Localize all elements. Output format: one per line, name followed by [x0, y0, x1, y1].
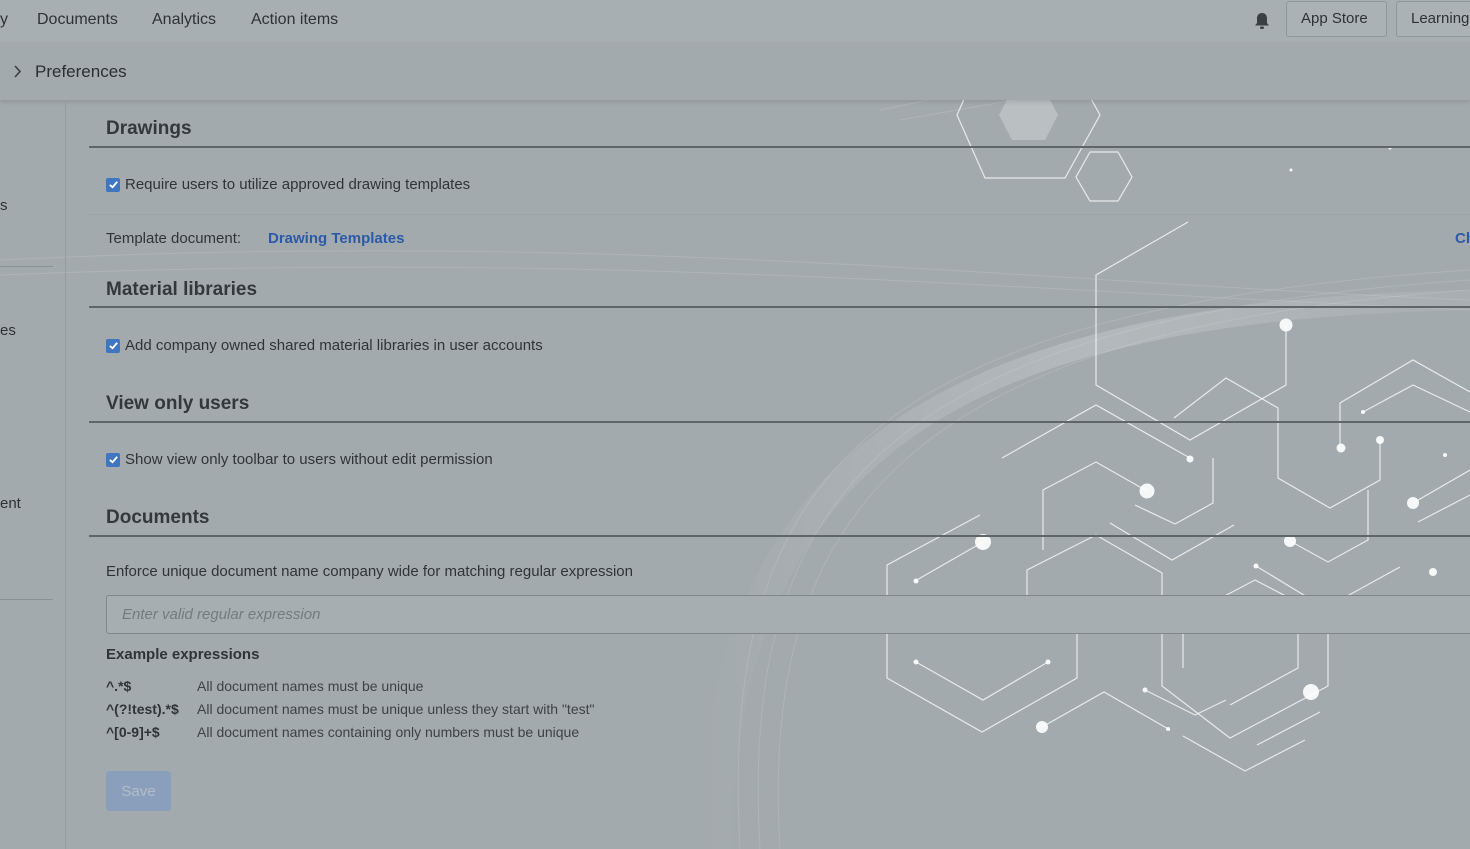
- add-shared-libraries-checkbox[interactable]: [106, 338, 120, 353]
- breadcrumb: Preferences: [0, 42, 1470, 100]
- section-divider: [89, 146, 1470, 148]
- section-title-view-only-users: View only users: [106, 393, 250, 414]
- show-toolbar-label: Show view only toolbar to users without …: [125, 451, 493, 468]
- learning-button[interactable]: Learning: [1396, 1, 1470, 37]
- check-icon: [108, 456, 118, 464]
- sidebar-item-truncated[interactable]: ent: [0, 495, 21, 512]
- require-templates-checkbox[interactable]: [106, 177, 120, 192]
- regex-input[interactable]: [106, 595, 1470, 634]
- example-expressions-title: Example expressions: [106, 646, 260, 663]
- example-code: ^.*$: [106, 678, 132, 694]
- show-toolbar-checkbox[interactable]: [106, 452, 120, 467]
- row-divider: [89, 214, 1470, 215]
- nav-item-documents[interactable]: Documents: [37, 11, 118, 29]
- example-description: All document names must be unique: [197, 678, 424, 694]
- chevron-right-icon: [13, 65, 22, 82]
- add-shared-libraries-label: Add company owned shared material librar…: [125, 337, 543, 354]
- section-title-material-libraries: Material libraries: [106, 279, 258, 300]
- sidebar-divider: [0, 599, 53, 600]
- enforce-unique-label: Enforce unique document name company wid…: [106, 563, 633, 580]
- add-shared-libraries-checkbox-row[interactable]: Add company owned shared material librar…: [106, 337, 543, 354]
- example-description: All document names must be unique unless…: [197, 701, 595, 717]
- check-icon: [108, 181, 118, 189]
- bell-icon[interactable]: [1252, 11, 1272, 31]
- app-store-button[interactable]: App Store: [1286, 1, 1387, 37]
- show-toolbar-checkbox-row[interactable]: Show view only toolbar to users without …: [106, 451, 493, 468]
- require-templates-checkbox-row[interactable]: Require users to utilize approved drawin…: [106, 176, 470, 193]
- nav-item-analytics[interactable]: Analytics: [152, 11, 216, 29]
- nav-item-action-items[interactable]: Action items: [251, 11, 338, 29]
- sidebar-item-truncated[interactable]: s: [0, 197, 8, 214]
- example-code: ^[0-9]+$: [106, 724, 160, 740]
- breadcrumb-current: Preferences: [35, 62, 127, 81]
- section-divider: [89, 421, 1470, 423]
- change-template-link[interactable]: Ch: [1455, 230, 1470, 247]
- example-description: All document names containing only numbe…: [197, 724, 580, 740]
- sidebar-item-truncated[interactable]: es: [0, 322, 16, 339]
- section-title-documents: Documents: [106, 507, 210, 528]
- sidebar-divider: [0, 266, 53, 267]
- example-code: ^(?!test).*$: [106, 701, 179, 717]
- check-icon: [108, 342, 118, 350]
- section-divider: [89, 535, 1470, 537]
- save-button[interactable]: Save: [106, 771, 171, 811]
- sidebar: s es ent: [0, 100, 66, 849]
- top-navigation-bar: y Documents Analytics Action items App S…: [0, 0, 1470, 42]
- require-templates-label: Require users to utilize approved drawin…: [125, 176, 471, 193]
- section-divider: [89, 306, 1470, 308]
- template-document-label: Template document:: [106, 230, 242, 247]
- drawing-templates-link[interactable]: Drawing Templates: [268, 230, 404, 247]
- section-title-drawings: Drawings: [106, 118, 192, 139]
- nav-item-truncated[interactable]: y: [0, 11, 8, 29]
